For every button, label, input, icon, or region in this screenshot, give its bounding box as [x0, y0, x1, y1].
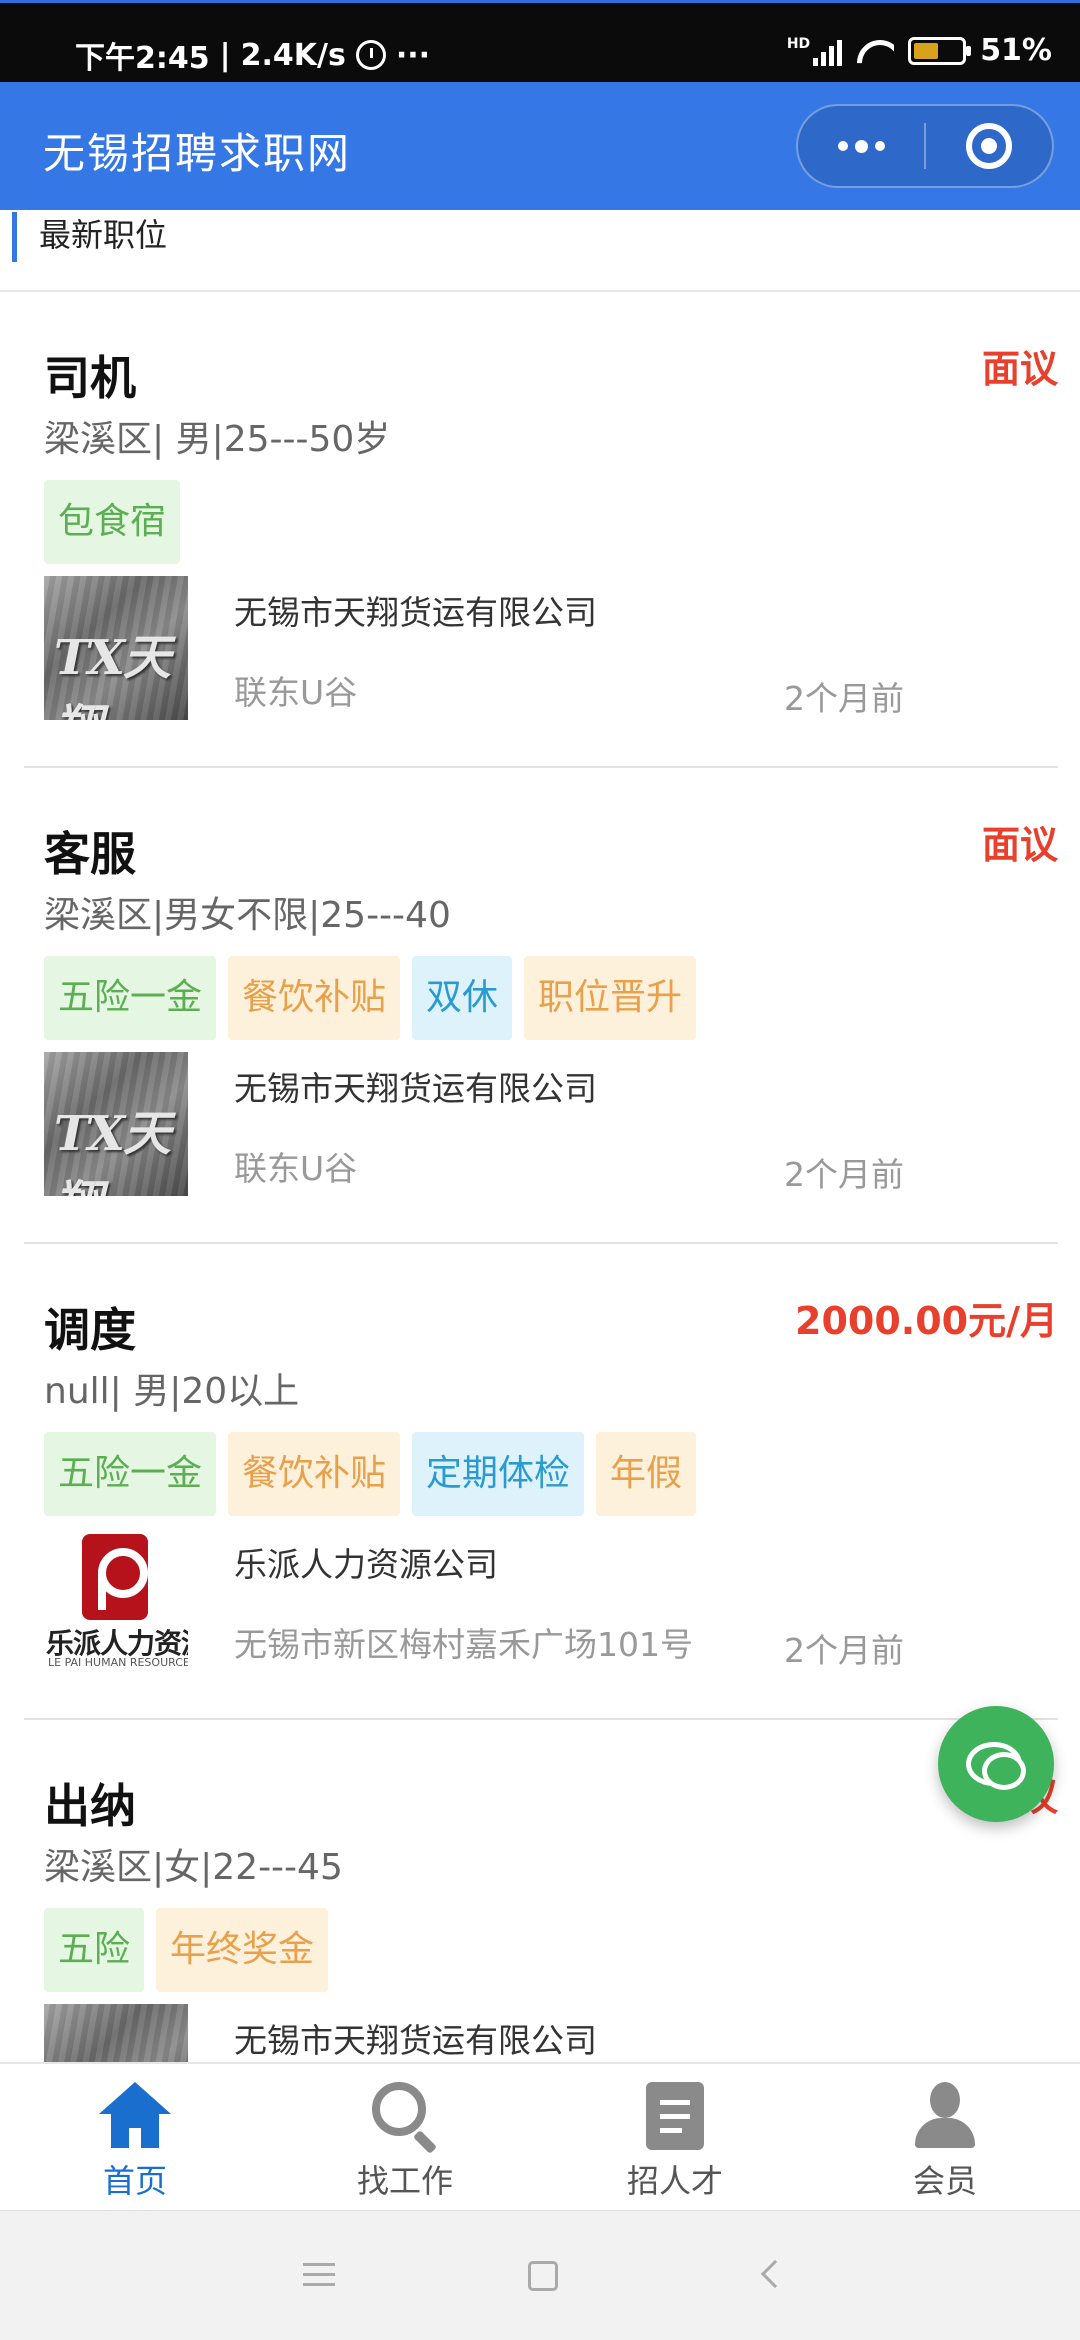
app-title: 无锡招聘求职网 [43, 129, 352, 178]
logo-mark [82, 1534, 148, 1620]
job-tag: 年假 [596, 1432, 697, 1516]
more-button[interactable] [798, 106, 924, 186]
logo-subtext: LE PAI HUMAN RESOURCE [48, 1656, 188, 1669]
job-meta: 梁溪区|女|22---45 [44, 1847, 343, 1888]
battery-percent: 51% [980, 33, 1052, 68]
job-title: 出纳 [44, 1779, 136, 1833]
job-tag: 五险一金 [44, 956, 217, 1040]
miniprogram-capsule [796, 104, 1054, 188]
job-salary: 面议 [981, 823, 1058, 867]
section-title: 最新职位 [12, 212, 167, 262]
post-time: 2个月前 [784, 1631, 904, 1670]
chat-button[interactable] [938, 1706, 1054, 1822]
company-logo: TX天翔 [44, 1052, 188, 1196]
alarm-icon [355, 40, 386, 70]
job-tags: 五险一金 餐饮补贴 定期体检 年假 [44, 1432, 697, 1516]
dot-icon [874, 141, 885, 151]
job-tag: 五险一金 [44, 1432, 217, 1516]
tab-recruit[interactable]: 招人才 [540, 2064, 810, 2210]
search-icon [370, 2082, 440, 2155]
status-left: 下午2:45 | 2.4K/s ··· [75, 33, 430, 77]
user-icon [915, 2082, 975, 2148]
target-icon [965, 123, 1012, 169]
network-type: HD [786, 35, 811, 52]
job-title: 司机 [44, 351, 136, 405]
company-name: 无锡市天翔货运有限公司 [234, 1069, 597, 1108]
job-tag: 包食宿 [44, 480, 181, 564]
tab-home[interactable]: 首页 [0, 2064, 270, 2210]
company-logo: TX天翔 [44, 576, 188, 720]
company-name: 无锡市天翔货运有限公司 [234, 2021, 597, 2060]
status-more-icon: ··· [395, 37, 431, 73]
job-card[interactable]: 客服 面议 梁溪区|男女不限|25---40 五险一金 餐饮补贴 双休 职位晋升… [24, 768, 1058, 1244]
company-address: 无锡市新区梅村嘉禾广场101号 [234, 1625, 693, 1664]
menu-icon[interactable] [303, 2263, 335, 2289]
system-nav-bar [0, 2210, 1080, 2340]
status-speed: 2.4K/s [240, 37, 346, 73]
job-salary: 2000.00元/月 [795, 1299, 1058, 1343]
logo-text: TX天翔 [54, 2046, 188, 2062]
post-time: 2个月前 [784, 679, 904, 718]
job-tag: 双休 [412, 956, 513, 1040]
logo-text: TX天翔 [54, 1106, 171, 1196]
company-name: 乐派人力资源公司 [234, 1545, 498, 1584]
company-logo: 乐派人力资源 LE PAI HUMAN RESOURCE [44, 1528, 188, 1672]
company-address: 联东U谷 [234, 1149, 358, 1188]
document-icon [646, 2082, 704, 2150]
job-tag: 餐饮补贴 [228, 1432, 401, 1516]
job-meta: 梁溪区| 男|25---50岁 [44, 419, 391, 460]
job-title: 调度 [44, 1303, 136, 1357]
job-tag: 餐饮补贴 [228, 956, 401, 1040]
tab-label: 会员 [912, 2162, 977, 2200]
job-tag: 年终奖金 [156, 1908, 329, 1992]
chat-icon [966, 1742, 1026, 1790]
battery-icon [908, 36, 972, 65]
status-right: HD 51% [787, 33, 1052, 68]
close-miniprogram-button[interactable] [926, 106, 1052, 186]
wifi-icon [856, 36, 894, 66]
job-salary: 面议 [981, 347, 1058, 391]
home-square-icon[interactable] [528, 2261, 558, 2291]
dot-icon [854, 139, 868, 153]
job-tag: 职位晋升 [524, 956, 697, 1040]
job-card[interactable]: 司机 面议 梁溪区| 男|25---50岁 包食宿 TX天翔 无锡市天翔货运有限… [24, 292, 1058, 768]
job-tag: 五险 [44, 1908, 145, 1992]
signal-icon: HD [786, 35, 843, 66]
job-list: 司机 面议 梁溪区| 男|25---50岁 包食宿 TX天翔 无锡市天翔货运有限… [0, 292, 1080, 2062]
job-tags: 包食宿 [44, 480, 181, 564]
tab-label: 招人才 [626, 2162, 723, 2200]
company-address: 联东U谷 [234, 673, 358, 712]
logo-text: TX天翔 [54, 630, 171, 720]
tab-label: 首页 [102, 2162, 167, 2200]
job-title: 客服 [44, 827, 136, 881]
job-meta: 梁溪区|男女不限|25---40 [44, 895, 451, 936]
job-card[interactable]: 出纳 面议 梁溪区|女|22---45 五险 年终奖金 TX天翔 无锡市天翔货运… [24, 1720, 1058, 2062]
post-time: 2个月前 [784, 1155, 904, 1194]
company-logo: TX天翔 [44, 2004, 188, 2062]
tab-member[interactable]: 会员 [810, 2064, 1080, 2210]
status-time: 下午2:45 [75, 41, 210, 76]
job-tag: 定期体检 [412, 1432, 585, 1516]
app-header: 无锡招聘求职网 [0, 82, 1080, 210]
job-tags: 五险一金 餐饮补贴 双休 职位晋升 [44, 956, 697, 1040]
home-icon [99, 2082, 171, 2148]
job-card[interactable]: 调度 2000.00元/月 null| 男|20以上 五险一金 餐饮补贴 定期体… [24, 1244, 1058, 1720]
status-bar: 下午2:45 | 2.4K/s ··· HD 51% [0, 0, 1080, 82]
tab-bar: 首页 找工作 招人才 会员 [0, 2062, 1080, 2210]
back-icon[interactable] [760, 2259, 790, 2289]
company-name: 无锡市天翔货运有限公司 [234, 593, 597, 632]
job-tags: 五险 年终奖金 [44, 1908, 329, 1992]
status-separator: | [219, 37, 231, 73]
job-meta: null| 男|20以上 [44, 1371, 300, 1412]
tab-label: 找工作 [356, 2162, 453, 2200]
tab-find-job[interactable]: 找工作 [270, 2064, 540, 2210]
dot-icon [837, 141, 848, 151]
